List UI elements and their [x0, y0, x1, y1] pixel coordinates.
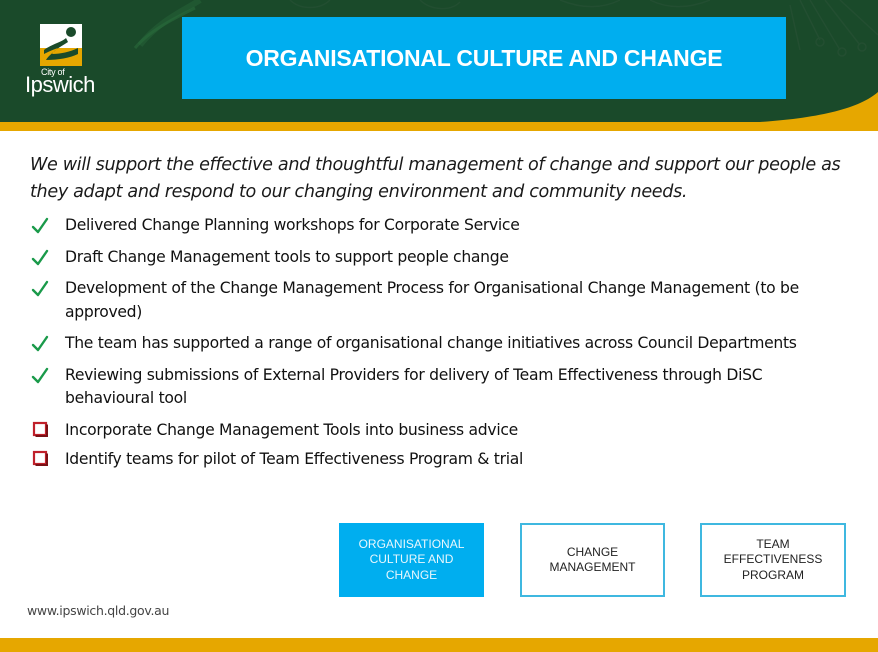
- nav-box-label: TEAM EFFECTIVENESS PROGRAM: [723, 536, 823, 582]
- checkbox-empty-icon: [30, 421, 50, 439]
- list-item: Reviewing submissions of External Provid…: [30, 364, 850, 411]
- list-item: Incorporate Change Management Tools into…: [30, 419, 850, 443]
- section-navigation: ORGANISATIONAL CULTURE AND CHANGE CHANGE…: [0, 523, 878, 597]
- footer-url[interactable]: www.ipswich.qld.gov.au: [27, 603, 169, 618]
- list-item-text: Delivered Change Planning workshops for …: [65, 216, 520, 234]
- nav-box-change-management[interactable]: CHANGE MANAGEMENT: [520, 523, 665, 597]
- nav-box-team-effectiveness-program[interactable]: TEAM EFFECTIVENESS PROGRAM: [700, 523, 846, 597]
- checkmark-icon: [30, 367, 50, 385]
- footer-bar: [0, 638, 878, 652]
- list-item: Identify teams for pilot of Team Effecti…: [30, 448, 850, 472]
- list-item-text: The team has supported a range of organi…: [65, 334, 797, 352]
- intro-statement: We will support the effective and though…: [30, 155, 841, 202]
- checkmark-icon: [30, 249, 50, 267]
- header-banner: City of Ipswich ORGANISATIONAL CULTURE A…: [0, 0, 878, 131]
- list-item-text: Development of the Change Management Pro…: [65, 279, 799, 321]
- list-item-text: Draft Change Management tools to support…: [65, 247, 509, 266]
- checkmark-icon: [30, 280, 50, 298]
- nav-box-label: ORGANISATIONAL CULTURE AND CHANGE: [358, 536, 465, 582]
- city-of-ipswich-logo: City of Ipswich: [24, 24, 104, 98]
- nav-box-label: CHANGE MANAGEMENT: [549, 544, 636, 575]
- initiatives-list: Delivered Change Planning workshops for …: [30, 214, 850, 478]
- list-item-text: Reviewing submissions of External Provid…: [65, 365, 763, 408]
- logo-name: Ipswich: [25, 72, 95, 97]
- page-title-box: ORGANISATIONAL CULTURE AND CHANGE: [182, 17, 786, 99]
- ipswich-logo-icon: [40, 24, 82, 66]
- page-title: ORGANISATIONAL CULTURE AND CHANGE: [245, 44, 723, 71]
- list-item: Delivered Change Planning workshops for …: [30, 214, 850, 238]
- nav-box-organisational-culture-and-change[interactable]: ORGANISATIONAL CULTURE AND CHANGE: [339, 523, 484, 597]
- list-item: The team has supported a range of organi…: [30, 332, 850, 356]
- list-item: Draft Change Management tools to support…: [30, 246, 850, 270]
- list-item-text: Identify teams for pilot of Team Effecti…: [65, 450, 524, 468]
- checkbox-empty-icon: [30, 450, 50, 468]
- checkmark-icon: [30, 217, 50, 235]
- list-item: Development of the Change Management Pro…: [30, 277, 850, 324]
- checkmark-icon: [30, 335, 50, 353]
- list-item-text: Incorporate Change Management Tools into…: [65, 420, 518, 439]
